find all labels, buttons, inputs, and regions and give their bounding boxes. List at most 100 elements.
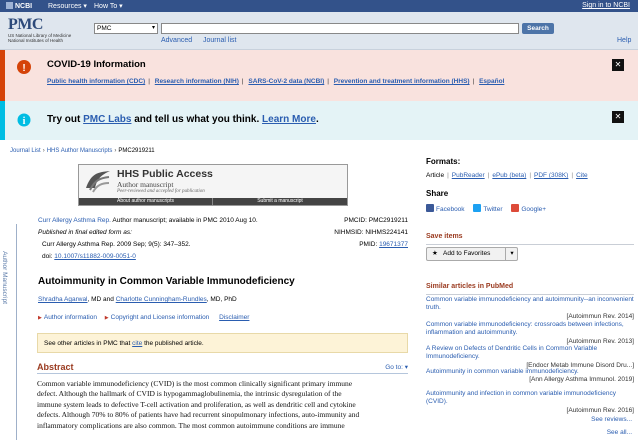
advanced-search-link[interactable]: Advanced <box>161 37 192 44</box>
save-items-heading: Save items <box>426 233 634 245</box>
covid-link-cdc[interactable]: Public health information (CDC) <box>47 78 145 85</box>
pmid-link[interactable]: 19671377 <box>379 241 408 248</box>
close-icon[interactable]: ✕ <box>612 111 624 123</box>
format-article: Article <box>426 172 445 179</box>
journal-list-link[interactable]: Journal list <box>203 37 236 44</box>
hhs-title: HHS Public Access <box>117 168 213 180</box>
notice-post: the published article. <box>142 340 204 347</box>
pmc-labs-link[interactable]: PMC Labs <box>83 114 131 125</box>
alert-icon: ! <box>17 60 31 74</box>
triangle-right-icon: ▶ <box>38 315 42 321</box>
pmc-header: PMC US National Library of Medicine Nati… <box>0 12 638 50</box>
resources-menu[interactable]: Resources ▾ <box>48 2 87 10</box>
nlm-line-2: National Institutes of Health <box>8 38 64 43</box>
cite-link[interactable]: cite <box>132 340 142 347</box>
about-author-manuscripts-link[interactable]: About author manuscripts <box>79 198 213 205</box>
ncbi-top-bar: NCBI Resources ▾ How To ▾ Sign in to NCB… <box>0 0 638 12</box>
ncbi-logo[interactable]: NCBI <box>6 2 32 10</box>
share-google-plus[interactable]: Google+ <box>511 204 546 213</box>
abstract-line: Common variable immunodeficiency (CVID) … <box>37 379 353 388</box>
covid-link-hhs[interactable]: Prevention and treatment information (HH… <box>334 78 470 85</box>
separator: | <box>447 172 449 179</box>
similar-article[interactable]: Common variable immunodeficiency and aut… <box>426 296 634 321</box>
similar-article-title: A Review on Defects of Dendritic Cells i… <box>426 345 598 361</box>
author-information-toggle[interactable]: ▶ Author information <box>38 314 97 321</box>
similar-article-journal: [Ann Allergy Asthma Immunol. 2019] <box>529 376 634 384</box>
share-facebook[interactable]: Facebook <box>426 204 465 213</box>
see-reviews-link[interactable]: See reviews... <box>591 416 632 423</box>
labs-text-pre: Try out <box>47 114 84 125</box>
abstract-line: immune system leads to defective T-cell … <box>37 399 356 409</box>
format-pubreader[interactable]: PubReader <box>452 172 485 179</box>
format-cite[interactable]: Cite <box>576 172 588 179</box>
similar-article[interactable]: Autoimmunity and infection in common var… <box>426 390 634 415</box>
chevron-down-icon: ▾ <box>404 364 408 371</box>
covid-link-nih[interactable]: Research information (NIH) <box>155 78 239 85</box>
share-twitter[interactable]: Twitter <box>473 204 503 213</box>
breadcrumb-hhs-author-manuscripts[interactable]: HHS Author Manuscripts <box>47 148 113 154</box>
author-manuscript-side-label: Author Manuscript <box>1 224 17 440</box>
breadcrumb-current: PMC2919211 <box>118 148 155 154</box>
breadcrumb-separator: › <box>114 148 117 154</box>
chevron-down-icon: ▾ <box>83 3 87 10</box>
author1-suffix: , MD and <box>87 296 116 303</box>
resources-menu-label: Resources <box>48 3 82 10</box>
search-input[interactable] <box>161 23 519 34</box>
copyright-license-toggle[interactable]: ▶ Copyright and License information <box>105 314 210 321</box>
author-link-agarwal[interactable]: Shradha Agarwal <box>38 296 88 303</box>
author-information-label: Author information <box>43 314 97 321</box>
add-to-favorites-label: Add to Favorites <box>443 250 491 257</box>
breadcrumb-journal-list[interactable]: Journal List <box>10 148 41 154</box>
cited-by-notice: See other articles in PMC that cite the … <box>37 333 408 353</box>
separator: | <box>472 78 475 85</box>
similar-article[interactable]: A Review on Defects of Dendritic Cells i… <box>426 345 634 370</box>
goto-menu[interactable]: Go to: ▾ <box>385 363 408 371</box>
pmc-logo[interactable]: PMC <box>8 16 43 34</box>
labs-text: Try out PMC Labs and tell us what you th… <box>47 114 319 125</box>
formats-heading: Formats: <box>426 157 461 166</box>
howto-menu-label: How To <box>94 3 118 10</box>
covid-link-ncbi[interactable]: SARS-CoV-2 data (NCBI) <box>248 78 324 85</box>
covid-banner: ! COVID-19 Information Public health inf… <box>0 50 638 101</box>
author-link-cunningham-rundles[interactable]: Charlotte Cunningham-Rundles <box>116 296 207 303</box>
abstract-line: defects. Although 70% to 80% of patients… <box>37 410 360 420</box>
breadcrumb-separator: › <box>42 148 45 154</box>
format-pdf[interactable]: PDF (308K) <box>534 172 568 179</box>
doi-link[interactable]: 10.1007/s11882-009-0051-0 <box>54 253 136 260</box>
separator: | <box>241 78 244 85</box>
abstract-text: Common variable immunodeficiency (CVID) … <box>37 379 408 431</box>
close-icon[interactable]: ✕ <box>612 59 624 71</box>
abstract-line: inflammatory complications are also comm… <box>37 420 345 430</box>
similar-articles-heading: Similar articles in PubMed <box>426 283 634 295</box>
similar-article[interactable]: Autoimmunity in common variable immunode… <box>426 368 634 385</box>
similar-article-title: Common variable immunodeficiency: crossr… <box>426 321 624 337</box>
author-list: Shradha Agarwal, MD and Charlotte Cunnin… <box>38 296 237 303</box>
labs-text-mid: and tell us what you think. <box>131 114 263 125</box>
hhs-public-access-box: HHS Public Access Author manuscript Peer… <box>78 164 348 206</box>
star-icon: ★ <box>432 250 438 257</box>
copyright-license-label: Copyright and License information <box>110 314 210 321</box>
chevron-down-icon[interactable]: ▾ <box>505 248 518 260</box>
add-to-favorites-button[interactable]: ★ Add to Favorites ▾ <box>426 247 518 261</box>
covid-link-espanol[interactable]: Español <box>479 78 504 85</box>
help-link[interactable]: Help <box>617 37 631 44</box>
journal-link[interactable]: Curr Allergy Asthma Rep. <box>38 217 111 224</box>
database-select[interactable]: PMC ▾ <box>94 23 158 34</box>
article-info-links: ▶ Author information ▶ Copyright and Licen… <box>38 314 249 321</box>
submit-manuscript-link[interactable]: Submit a manuscript <box>213 198 347 205</box>
citation-doi: doi: 10.1007/s11882-009-0051-0 <box>42 253 136 260</box>
similar-article[interactable]: Common variable immunodeficiency: crossr… <box>426 321 634 346</box>
see-all-link[interactable]: See all... <box>607 429 632 436</box>
format-epub[interactable]: ePub (beta) <box>492 172 526 179</box>
pmcid: PMCID: PMC2919211 <box>344 217 408 224</box>
learn-more-link[interactable]: Learn More <box>262 114 316 125</box>
signin-link[interactable]: Sign in to NCBI <box>582 2 630 9</box>
published-as-label: Published in final edited form as: <box>38 229 132 236</box>
similar-article-title: Common variable immunodeficiency and aut… <box>426 296 634 312</box>
howto-menu[interactable]: How To ▾ <box>94 2 123 10</box>
search-button[interactable]: Search <box>522 23 554 34</box>
disclaimer-link[interactable]: Disclaimer <box>219 314 249 321</box>
twitter-icon <box>473 204 482 212</box>
article-title: Autoimmunity in Common Variable Immunode… <box>38 276 295 287</box>
side-label-text: Author Manuscript <box>0 251 8 304</box>
